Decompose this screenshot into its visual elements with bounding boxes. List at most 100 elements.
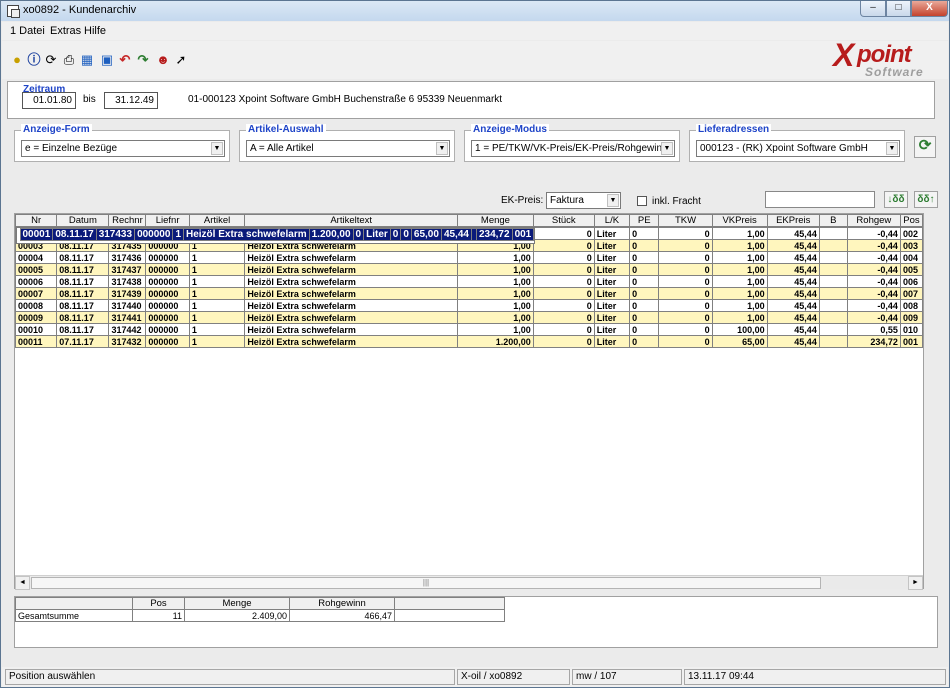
table-cell: 00004 [15,251,58,264]
menu-extras[interactable]: Extras [50,25,81,37]
minimize-button[interactable]: – [860,1,886,17]
menu-hilfe[interactable]: Hilfe [84,25,106,37]
search-input[interactable] [765,191,875,208]
app-icon[interactable] [7,5,20,18]
column-header[interactable]: PE [629,214,660,227]
table-cell: Heizöl Extra schwefelarm [244,311,459,324]
chevron-down-icon[interactable]: ▼ [661,142,673,155]
results-table: Nr Datum Rechnr Liefnr Artikel Artikeltext Men… [15,214,923,348]
table-cell: 001 [511,228,535,241]
table-row[interactable]: 00009 08.11.17 317441 000000 1 Heizöl Extra s… [15,311,923,324]
column-header[interactable]: Rechnr [108,214,147,227]
horizontal-scrollbar[interactable]: ◄ ||| ► [15,575,923,590]
table-cell: 1.200,00 [457,335,534,348]
column-header[interactable]: Artikel [188,214,246,227]
anzeige-modus-select[interactable]: 1 = PE/TKW/VK-Preis/EK-Preis/Rohgewinn ▼ [471,140,675,157]
undo-icon[interactable]: ↶ [118,51,132,67]
table-row[interactable]: 00007 08.11.17 317439 000000 1 Heizöl Extra s… [15,287,923,300]
table-cell [818,287,848,300]
table-cell: 1 [172,228,184,241]
table-cell: 0 [532,323,595,336]
calculator-icon[interactable]: ▦ [80,51,94,67]
lieferadressen-value: 000123 - (RK) Xpoint Software GmbH [700,143,868,154]
table-cell: 234,72 [475,228,513,241]
chevron-down-icon[interactable]: ▼ [886,142,898,155]
table-cell: 0 [532,227,595,240]
table-cell: 0 [629,299,660,312]
zeitraum-panel: Zeitraum 01.01.80 bis 31.12.49 01-000123… [7,81,935,119]
table-cell: Liter [593,263,631,276]
totals-cell: 466,47 [289,609,395,622]
table-cell: Liter [593,227,631,240]
find-down-button[interactable]: ↓δδ [884,191,908,208]
save-icon[interactable]: ▣ [100,51,114,67]
totals-cell [394,609,505,622]
column-header[interactable]: VKPreis [711,214,768,227]
info-icon[interactable]: ⓘ [27,51,41,67]
scroll-thumb[interactable]: ||| [31,577,821,589]
column-header[interactable]: Stück [532,214,595,227]
table-cell: 45,44 [766,227,820,240]
table-row[interactable]: 00008 08.11.17 317440 000000 1 Heizöl Extra s… [15,299,923,312]
column-header[interactable]: Rohgew [846,214,901,227]
date-to-field[interactable]: 31.12.49 [104,92,158,109]
date-from-field[interactable]: 01.01.80 [22,92,76,109]
table-cell: 0 [658,275,713,288]
table-cell: 000000 [145,311,190,324]
results-grid[interactable]: Nr Datum Rechnr Liefnr Artikel Artikeltext Men… [14,213,924,589]
ek-preis-select[interactable]: Faktura ▼ [546,192,621,209]
table-cell: -0,44 [846,227,901,240]
title-bar[interactable]: xo0892 - Kundenarchiv – □ X [1,1,949,21]
inkl-fracht-checkbox[interactable] [637,196,647,206]
table-cell: 1,00 [711,287,768,300]
table-cell: 000000 [145,275,190,288]
chevron-down-icon[interactable]: ▼ [607,194,619,207]
column-header[interactable]: TKW [658,214,713,227]
scroll-right-icon[interactable]: ► [908,576,923,590]
table-cell: -0,44 [846,251,901,264]
bulb-icon[interactable]: ● [10,51,24,67]
table-cell: -0,44 [846,239,901,252]
scroll-left-icon[interactable]: ◄ [15,576,30,590]
column-header[interactable]: Nr [15,214,58,227]
table-row[interactable]: 00005 08.11.17 317437 000000 1 Heizöl Extra s… [15,263,923,276]
users-icon[interactable]: ☻ [156,51,170,67]
table-cell: Liter [363,228,391,241]
print-icon[interactable]: ⎙ [62,51,76,67]
table-cell: 45,44 [440,228,472,241]
column-header[interactable]: Pos [899,214,923,227]
table-row[interactable]: 00011 07.11.17 317432 000000 1 Heizöl Extra s… [15,335,923,348]
column-header[interactable]: Datum [56,214,110,227]
anzeige-form-select[interactable]: e = Einzelne Bezüge ▼ [21,140,225,157]
refresh-icon[interactable]: ⟳ [44,51,58,67]
totals-panel: Pos Menge Rohgewinn Gesamtsumme 11 2.409,00 4… [14,596,938,648]
column-header[interactable]: Artikeltext [244,214,459,227]
totals-row: Gesamtsumme 11 2.409,00 466,47 [15,609,505,622]
table-cell: 007 [899,287,923,300]
column-header[interactable]: EKPreis [766,214,820,227]
table-cell: Liter [593,287,631,300]
table-row[interactable]: 00001 08.11.17 317433 000000 1 Heizöl Extra s… [15,227,536,244]
column-header[interactable]: Liefnr [145,214,190,227]
paperclip-icon[interactable]: ➚ [174,51,188,67]
column-header[interactable]: Menge [457,214,534,227]
chevron-down-icon[interactable]: ▼ [436,142,448,155]
lieferadressen-select[interactable]: 000123 - (RK) Xpoint Software GmbH ▼ [696,140,900,157]
menu-datei[interactable]: 1 Datei [10,25,45,37]
reload-button[interactable]: ⟳ [914,136,936,158]
maximize-button[interactable]: □ [886,1,911,17]
column-header[interactable]: B [818,214,848,227]
table-row[interactable]: 00006 08.11.17 317438 000000 1 Heizöl Extra s… [15,275,923,288]
table-row[interactable]: 00004 08.11.17 317436 000000 1 Heizöl Extra s… [15,251,923,264]
totals-header-cell: Pos [132,597,185,610]
column-header[interactable]: L/K [593,214,631,227]
redo-icon[interactable]: ↷ [136,51,150,67]
artikel-auswahl-select[interactable]: A = Alle Artikel ▼ [246,140,450,157]
table-cell: 0 [532,335,595,348]
status-user: mw / 107 [572,669,682,685]
chevron-down-icon[interactable]: ▼ [211,142,223,155]
close-button[interactable]: X [911,1,948,17]
table-row[interactable]: 00010 08.11.17 317442 000000 1 Heizöl Extra s… [15,323,923,336]
table-cell: 005 [899,263,923,276]
find-up-button[interactable]: δδ↑ [914,191,938,208]
